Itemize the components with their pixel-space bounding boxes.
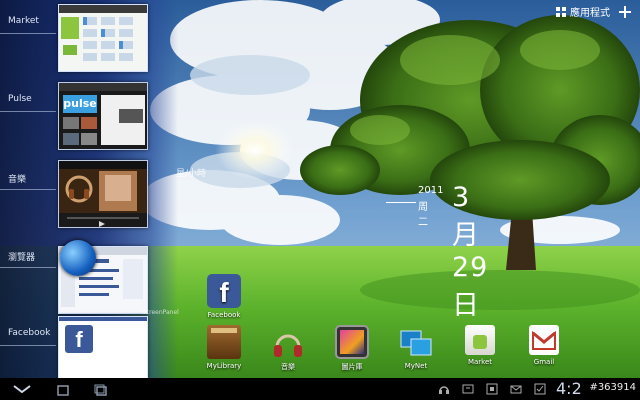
mynet-icon	[399, 325, 433, 359]
download-icon	[462, 384, 474, 394]
mail-icon	[510, 385, 522, 394]
gmail-icon	[529, 325, 559, 355]
app-label: MyNet	[404, 362, 428, 370]
gallery-icon	[335, 325, 369, 359]
divider	[0, 267, 56, 268]
apps-label: 應用程式	[570, 8, 610, 19]
headphone-status-icon	[439, 386, 449, 394]
recent-app-facebook[interactable]: Facebook f	[0, 312, 178, 386]
app-label: 圖片庫	[341, 363, 363, 371]
recent-app-label: Market	[8, 16, 39, 26]
dock-app-mylibrary[interactable]: MyLibrary	[196, 325, 252, 370]
divider	[0, 111, 56, 112]
headphones-icon	[271, 325, 305, 359]
market-thumbnail	[58, 4, 148, 72]
clock-divider	[386, 202, 416, 203]
clock-weekday: 周二	[418, 202, 428, 228]
app-label: Facebook	[207, 311, 241, 319]
system-bar: 4:2	[0, 378, 640, 400]
watermark-text: #363914	[589, 382, 636, 393]
recent-app-market[interactable]: Market	[0, 0, 178, 74]
recent-app-pulse[interactable]: Pulse pulse	[0, 78, 178, 152]
pulse-logo: pulse	[63, 95, 97, 113]
dock-app-music[interactable]: 音樂	[260, 325, 316, 372]
plus-icon[interactable]	[618, 5, 632, 19]
dock-app-market[interactable]: Market	[452, 325, 508, 366]
task-icon	[534, 383, 546, 395]
dock-app-gmail[interactable]: Gmail	[516, 325, 572, 366]
recent-app-music[interactable]: 音樂	[0, 156, 178, 230]
dock-app-gallery[interactable]: 圖片庫	[324, 325, 380, 372]
facebook-shortcut[interactable]: f Facebook	[196, 274, 252, 319]
facebook-icon: f	[207, 274, 241, 308]
app-label: Gmail	[533, 358, 555, 366]
recent-apps-panel: Market Pulse pulse 音樂 瀏覽器 Facebook f	[0, 0, 178, 384]
book-icon	[207, 325, 241, 359]
dock-app-mynet[interactable]: MyNet	[388, 325, 444, 370]
top-bar: 應用程式	[556, 4, 632, 19]
clock-year: 2011	[418, 185, 444, 196]
app-label: 音樂	[281, 363, 295, 371]
app-label: MyLibrary	[206, 362, 242, 370]
recent-app-label: 瀏覽器	[8, 253, 36, 263]
back-icon[interactable]	[12, 383, 32, 395]
screenshot-icon	[486, 383, 498, 395]
apps-button[interactable]: 應用程式	[556, 4, 610, 19]
recent-app-label: Facebook	[8, 328, 51, 338]
music-thumbnail	[58, 160, 148, 228]
app-label: Market	[467, 358, 493, 366]
browser-shortcut[interactable]	[60, 240, 96, 276]
divider	[0, 345, 56, 346]
grid-icon	[556, 6, 566, 17]
status-time: 4:2	[556, 379, 582, 398]
pulse-thumbnail: pulse	[58, 82, 148, 150]
divider	[0, 189, 56, 190]
recent-app-label: 音樂	[8, 175, 27, 185]
recent-app-label: Pulse	[8, 94, 32, 104]
recent-apps-icon[interactable]	[94, 384, 108, 396]
facebook-thumbnail: f	[58, 316, 148, 384]
home-icon[interactable]	[56, 384, 70, 396]
divider	[0, 33, 56, 34]
clock-date: 3月29日	[452, 182, 489, 321]
widget-label: ScreenPanel	[142, 309, 179, 316]
partial-widget-text: 星/小時	[176, 169, 207, 179]
market-icon	[465, 325, 495, 355]
